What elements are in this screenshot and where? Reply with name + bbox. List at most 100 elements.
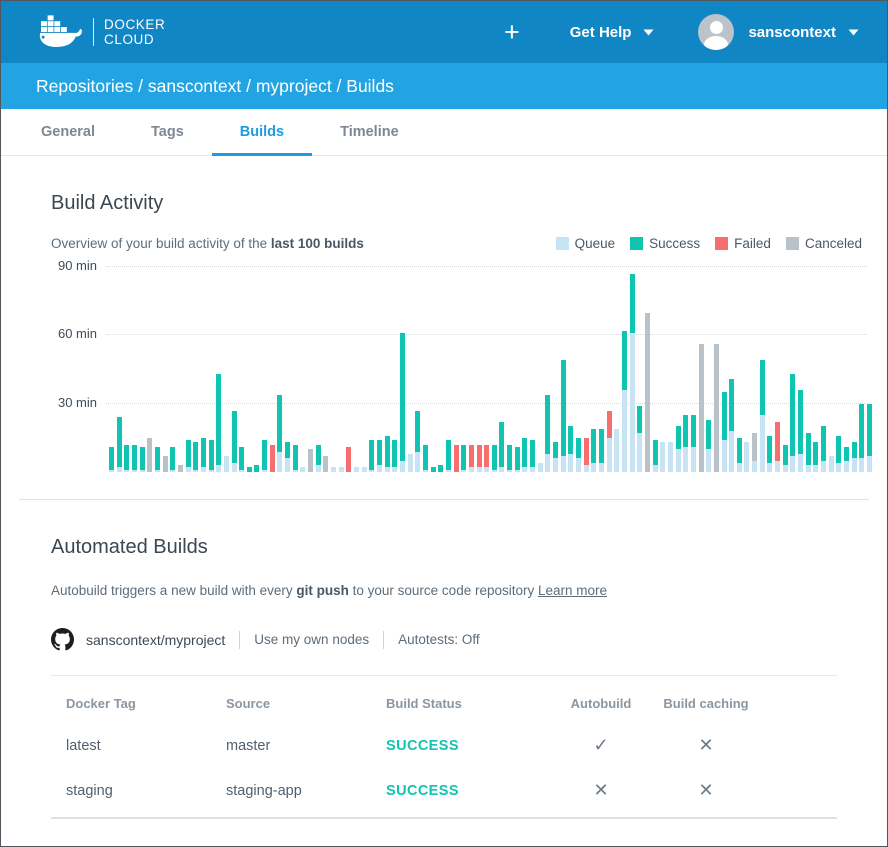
build-bar[interactable] [193, 442, 198, 472]
build-bar[interactable] [867, 404, 872, 472]
build-bar[interactable] [507, 445, 512, 472]
build-bar[interactable] [300, 467, 305, 472]
build-bar[interactable] [446, 440, 451, 472]
build-bar[interactable] [209, 440, 214, 472]
build-bar[interactable] [124, 445, 129, 472]
autobuild-check-icon[interactable]: ✓ [566, 735, 636, 756]
build-bar[interactable] [461, 445, 466, 472]
build-bar[interactable] [385, 436, 390, 472]
build-bar[interactable] [415, 411, 420, 473]
build-bar[interactable] [132, 445, 137, 472]
build-bar[interactable] [216, 374, 221, 472]
build-bar[interactable] [170, 447, 175, 472]
build-bar[interactable] [369, 440, 374, 472]
build-bar[interactable] [821, 426, 826, 472]
build-bar[interactable] [829, 456, 834, 472]
build-bar[interactable] [117, 417, 122, 472]
build-bar[interactable] [798, 390, 803, 472]
build-bar[interactable] [645, 313, 650, 472]
build-bar[interactable] [331, 467, 336, 472]
own-nodes-option[interactable]: Use my own nodes [254, 632, 369, 647]
build-bar[interactable] [852, 442, 857, 472]
build-bar[interactable] [477, 445, 482, 472]
build-bar[interactable] [614, 429, 619, 472]
build-bar[interactable] [653, 440, 658, 472]
tab-tags[interactable]: Tags [123, 109, 212, 155]
get-help-menu[interactable]: Get Help [570, 24, 655, 41]
repo-name[interactable]: sanscontext/myproject [86, 632, 225, 648]
build-bar[interactable] [392, 440, 397, 472]
build-bar[interactable] [530, 440, 535, 472]
build-bar[interactable] [767, 436, 772, 472]
build-bar[interactable] [714, 344, 719, 472]
build-bar[interactable] [622, 331, 627, 472]
build-bar[interactable] [813, 442, 818, 472]
build-bar[interactable] [775, 422, 780, 472]
build-bar[interactable] [752, 433, 757, 472]
build-bar[interactable] [783, 445, 788, 472]
build-bar[interactable] [484, 445, 489, 472]
cell-build-status[interactable]: SUCCESS [386, 783, 566, 799]
build-bar[interactable] [316, 445, 321, 472]
build-bar[interactable] [408, 454, 413, 472]
cell-build-status[interactable]: SUCCESS [386, 738, 566, 754]
build-bar[interactable] [362, 467, 367, 472]
tab-general[interactable]: General [13, 109, 123, 155]
build-bar[interactable] [683, 415, 688, 472]
build-bar[interactable] [400, 333, 405, 472]
build-bar[interactable] [201, 438, 206, 472]
autobuild-cross-icon[interactable]: ✕ [566, 780, 636, 801]
build-bar[interactable] [553, 442, 558, 472]
build-bar[interactable] [285, 442, 290, 472]
tab-builds[interactable]: Builds [212, 109, 312, 155]
build-bar[interactable] [844, 447, 849, 472]
build-bar[interactable] [492, 445, 497, 472]
build-bar[interactable] [576, 438, 581, 472]
build-bar[interactable] [293, 445, 298, 472]
build-bar[interactable] [377, 440, 382, 472]
build-bar[interactable] [469, 445, 474, 472]
build-bar[interactable] [163, 456, 168, 472]
build-bar[interactable] [568, 426, 573, 472]
build-bar[interactable] [224, 456, 229, 472]
build-bar[interactable] [691, 415, 696, 472]
docker-cloud-brand[interactable]: DOCKER CLOUD [35, 14, 165, 50]
build-bar[interactable] [147, 438, 152, 472]
build-bar[interactable] [668, 442, 673, 472]
breadcrumb[interactable]: Repositories / sanscontext / myproject /… [1, 63, 887, 109]
build-bar[interactable] [155, 447, 160, 472]
build-bar[interactable] [676, 426, 681, 472]
build-bar[interactable] [722, 392, 727, 472]
build-bar[interactable] [270, 445, 275, 472]
build-bar[interactable] [522, 438, 527, 472]
build-bar[interactable] [247, 467, 252, 472]
create-plus-button[interactable]: + [498, 19, 526, 46]
build-bar[interactable] [308, 449, 313, 472]
build-bar[interactable] [790, 374, 795, 472]
user-avatar[interactable] [698, 14, 734, 50]
build-bar[interactable] [140, 447, 145, 472]
build-bar[interactable] [339, 467, 344, 472]
build-bar[interactable] [706, 420, 711, 472]
autotests-status[interactable]: Autotests: Off [398, 632, 480, 647]
build-bar[interactable] [431, 467, 436, 472]
build-bar[interactable] [584, 438, 589, 472]
build-bar[interactable] [109, 447, 114, 472]
build-bar[interactable] [178, 465, 183, 472]
build-bar[interactable] [591, 429, 596, 472]
build-bar[interactable] [438, 465, 443, 472]
build-bar[interactable] [637, 406, 642, 472]
build-caching-cross-icon[interactable]: ✕ [636, 735, 776, 756]
build-bar[interactable] [744, 442, 749, 472]
learn-more-link[interactable]: Learn more [538, 583, 607, 598]
build-bar[interactable] [737, 438, 742, 472]
build-bar[interactable] [806, 433, 811, 472]
build-bar[interactable] [499, 422, 504, 472]
build-bar[interactable] [346, 447, 351, 472]
build-bar[interactable] [545, 395, 550, 472]
build-bar[interactable] [599, 429, 604, 472]
build-bar[interactable] [354, 467, 359, 472]
build-bar[interactable] [254, 465, 259, 472]
build-bar[interactable] [186, 440, 191, 472]
build-bar[interactable] [607, 411, 612, 472]
